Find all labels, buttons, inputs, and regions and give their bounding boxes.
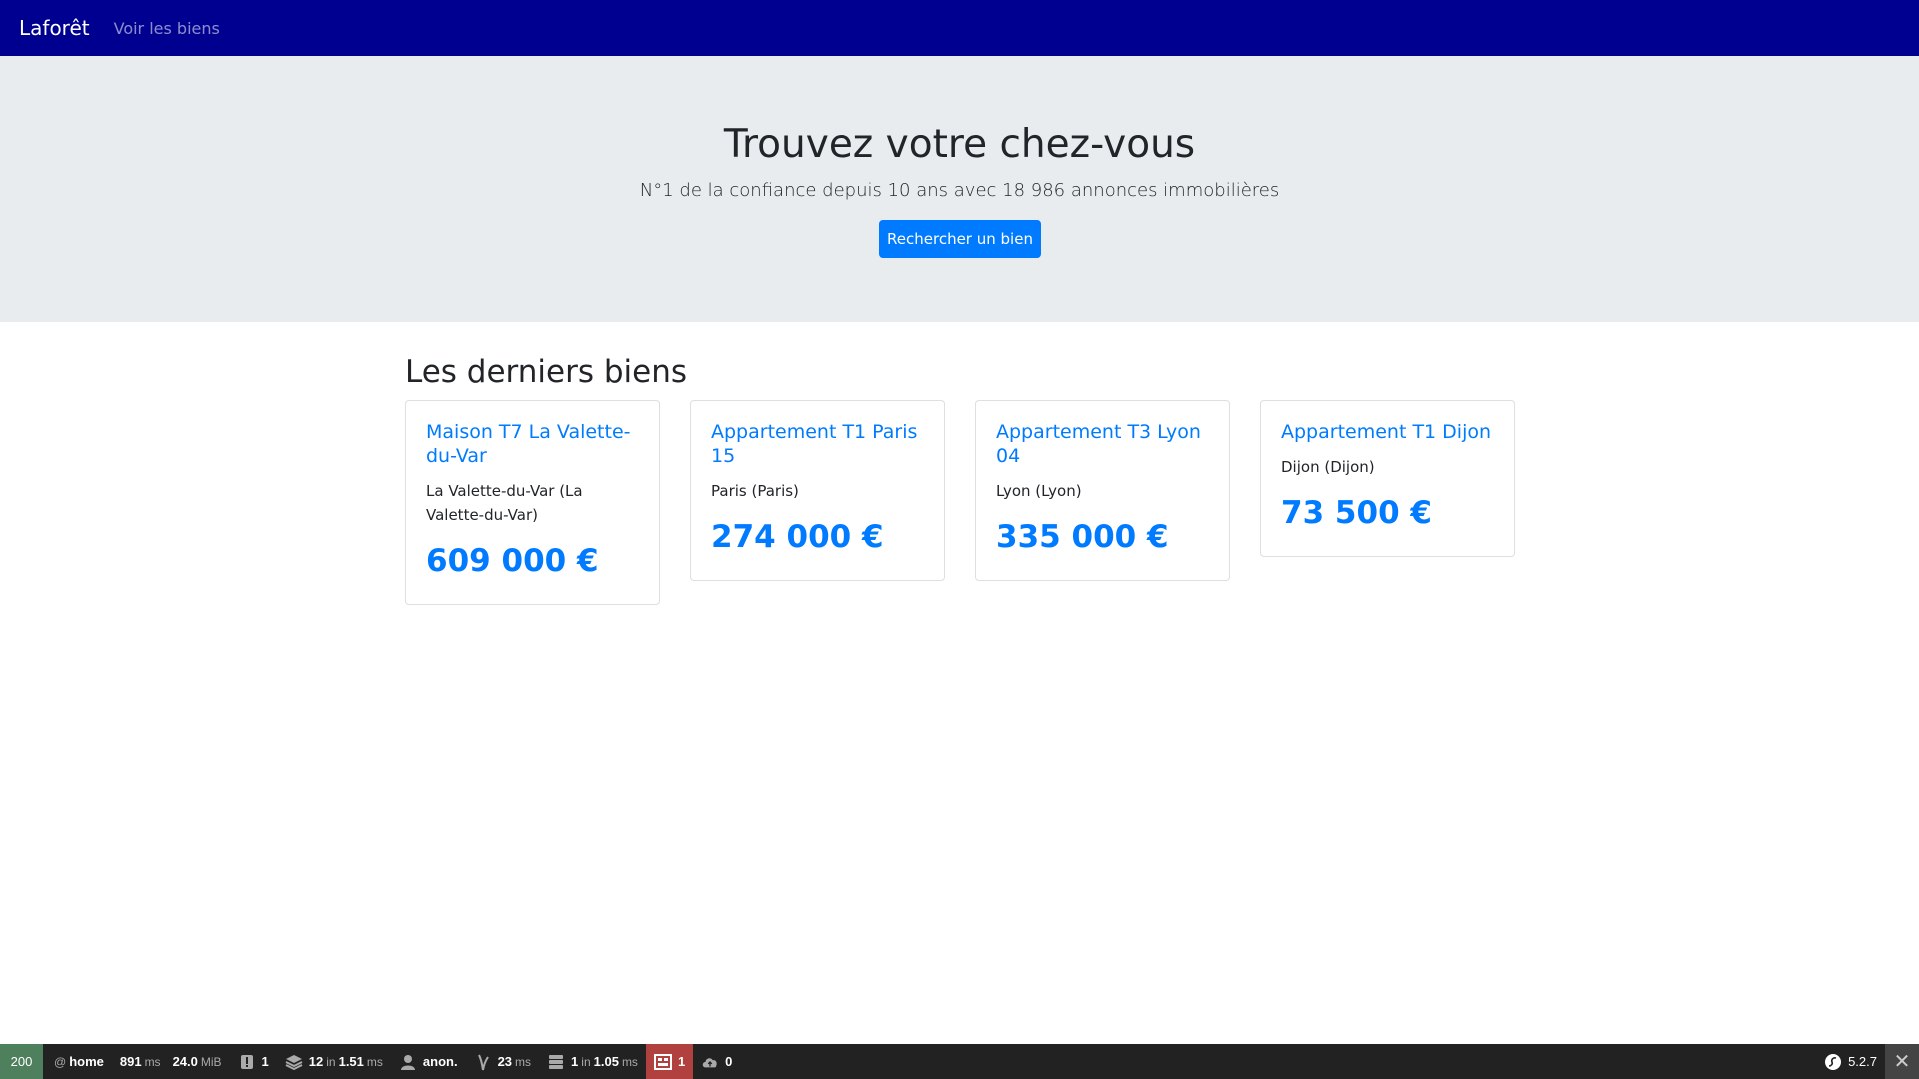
section-title: Les derniers biens xyxy=(405,354,687,390)
database-icon xyxy=(547,1053,565,1071)
forms-indicator[interactable]: 1 xyxy=(645,1044,694,1079)
symfony-logo-icon xyxy=(1824,1053,1842,1071)
property-card-price: 274 000 € xyxy=(711,518,884,555)
toolbar-right: 5.2.7 ✕ xyxy=(1816,1044,1919,1079)
performance-indicator[interactable]: 891 ms 24.0 MiB xyxy=(112,1044,230,1079)
route-name: home xyxy=(69,1054,104,1069)
property-card-title[interactable]: Appartement T1 Dijon xyxy=(1281,421,1494,445)
twig-icon xyxy=(474,1053,492,1071)
property-card-price: 609 000 € xyxy=(426,542,599,579)
user-name: anon. xyxy=(422,1054,458,1069)
twig-time: 23 xyxy=(497,1054,513,1069)
logs-count: 1 xyxy=(261,1054,269,1069)
db-count: 1 xyxy=(571,1054,579,1069)
property-card-location: La Valette-du-Var (La Valette-du-Var) xyxy=(426,481,583,524)
property-card: Appartement T1 Paris 15 Paris (Paris) 27… xyxy=(690,400,945,581)
cache-count: 12 xyxy=(308,1054,324,1069)
property-card-location: Paris (Paris) xyxy=(711,481,799,500)
hero-subtitle: N°1 de la confiance depuis 10 ans avec 1… xyxy=(639,180,1280,201)
top-navbar: Laforêt Voir les biens xyxy=(0,0,1919,56)
debug-toolbar: 200 @ home 891 ms 24.0 MiB 1 12 in 1.51 ms ano… xyxy=(0,1044,1919,1079)
property-card-price: 335 000 € xyxy=(996,518,1169,555)
db-time: 1.05 xyxy=(593,1054,619,1069)
property-card-title[interactable]: Maison T7 La Valette-du-Var xyxy=(426,421,639,469)
twig-indicator[interactable]: 23 ms xyxy=(466,1044,539,1079)
memory-value: 24.0 xyxy=(172,1054,198,1069)
property-card-price: 73 500 € xyxy=(1281,494,1433,531)
logs-indicator[interactable]: 1 xyxy=(230,1044,277,1079)
db-unit: ms xyxy=(621,1054,638,1069)
property-card-location: Lyon (Lyon) xyxy=(996,481,1082,500)
cloud-icon xyxy=(701,1053,719,1071)
db-in: in xyxy=(581,1054,591,1069)
http-client-indicator[interactable]: 0 xyxy=(693,1044,740,1079)
database-indicator[interactable]: 1 in 1.05 ms xyxy=(539,1044,646,1079)
property-card-location: Dijon (Dijon) xyxy=(1281,457,1375,476)
route-prefix: @ xyxy=(54,1054,67,1069)
property-card-title[interactable]: Appartement T1 Paris 15 xyxy=(711,421,924,469)
search-property-button[interactable]: Rechercher un bien xyxy=(879,220,1041,258)
cache-indicator[interactable]: 12 in 1.51 ms xyxy=(277,1044,391,1079)
time-unit: ms xyxy=(144,1054,161,1069)
route-indicator[interactable]: @ home xyxy=(43,1044,112,1079)
symfony-version: 5.2.7 xyxy=(1848,1054,1877,1069)
cache-unit: ms xyxy=(366,1054,383,1069)
time-value: 891 xyxy=(119,1054,142,1069)
status-code-badge[interactable]: 200 xyxy=(0,1044,43,1079)
close-icon[interactable]: ✕ xyxy=(1885,1044,1919,1079)
layers-icon xyxy=(285,1053,303,1071)
twig-unit: ms xyxy=(515,1054,532,1069)
symfony-version-indicator[interactable]: 5.2.7 xyxy=(1816,1044,1885,1079)
http-client-count: 0 xyxy=(725,1054,733,1069)
alert-icon xyxy=(238,1053,256,1071)
hero-jumbotron: Trouvez votre chez-vous N°1 de la confia… xyxy=(0,56,1919,322)
nav-link-voir-les-biens[interactable]: Voir les biens xyxy=(114,19,220,38)
property-card: Appartement T1 Dijon Dijon (Dijon) 73 50… xyxy=(1260,400,1515,557)
user-icon xyxy=(399,1053,417,1071)
forms-count: 1 xyxy=(677,1054,686,1069)
hero-title: Trouvez votre chez-vous xyxy=(723,122,1196,167)
form-icon xyxy=(653,1053,672,1071)
memory-unit: MiB xyxy=(200,1054,222,1069)
property-card: Appartement T3 Lyon 04 Lyon (Lyon) 335 0… xyxy=(975,400,1230,581)
property-card: Maison T7 La Valette-du-Var La Valette-d… xyxy=(405,400,660,605)
cache-in: in xyxy=(326,1054,336,1069)
property-card-title[interactable]: Appartement T3 Lyon 04 xyxy=(996,421,1209,469)
user-indicator[interactable]: anon. xyxy=(391,1044,466,1079)
brand-link[interactable]: Laforêt xyxy=(19,16,90,40)
cache-time: 1.51 xyxy=(338,1054,364,1069)
